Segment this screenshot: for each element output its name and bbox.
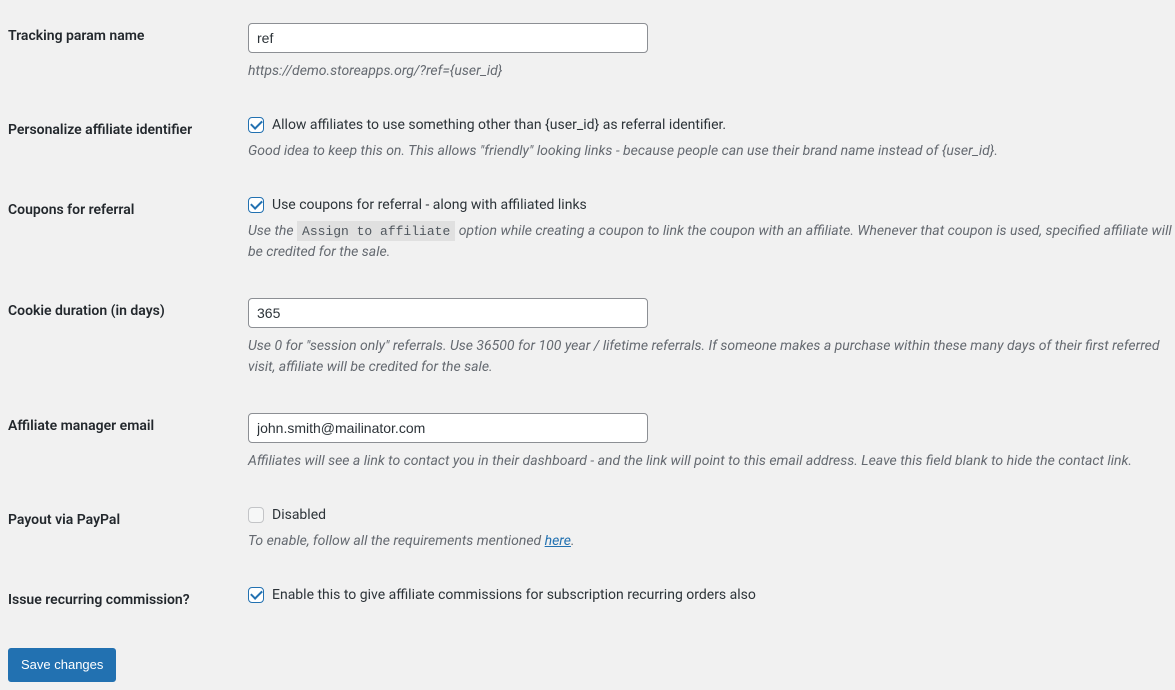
assign-to-affiliate-code: Assign to affiliate xyxy=(297,221,455,241)
personalize-identifier-checkbox[interactable] xyxy=(248,117,264,133)
recurring-commission-label: Issue recurring commission? xyxy=(8,572,248,628)
row-coupons-referral: Coupons for referral Use coupons for ref… xyxy=(8,182,1175,283)
coupons-referral-description: Use the Assign to affiliate option while… xyxy=(248,221,1173,263)
save-changes-button[interactable]: Save changes xyxy=(8,648,116,682)
row-manager-email: Affiliate manager email Affiliates will … xyxy=(8,398,1175,492)
coupons-referral-label: Coupons for referral xyxy=(8,182,248,283)
personalize-identifier-checkbox-label: Allow affiliates to use something other … xyxy=(272,117,726,133)
row-payout-paypal: Payout via PayPal Disabled To enable, fo… xyxy=(8,492,1175,572)
tracking-param-label: Tracking param name xyxy=(8,8,248,102)
recurring-commission-checkbox[interactable] xyxy=(248,587,264,603)
row-recurring-commission: Issue recurring commission? Enable this … xyxy=(8,572,1175,628)
payout-paypal-checkbox xyxy=(248,507,264,523)
tracking-param-description: https://demo.storeapps.org/?ref={user_id… xyxy=(248,61,1173,82)
coupons-referral-checkbox[interactable] xyxy=(248,197,264,213)
payout-paypal-checkbox-label: Disabled xyxy=(272,507,326,523)
settings-form-table: Tracking param name https://demo.storeap… xyxy=(8,8,1175,628)
recurring-commission-checkbox-label: Enable this to give affiliate commission… xyxy=(272,587,756,603)
manager-email-input[interactable] xyxy=(248,413,648,443)
cookie-duration-label: Cookie duration (in days) xyxy=(8,283,248,398)
row-personalize-identifier: Personalize affiliate identifier Allow a… xyxy=(8,102,1175,182)
payout-paypal-label: Payout via PayPal xyxy=(8,492,248,572)
payout-paypal-here-link[interactable]: here xyxy=(545,533,571,549)
coupons-referral-checkbox-label: Use coupons for referral - along with af… xyxy=(272,197,587,213)
cookie-duration-input[interactable] xyxy=(248,298,648,328)
manager-email-description: Affiliates will see a link to contact yo… xyxy=(248,451,1173,472)
tracking-param-input[interactable] xyxy=(248,23,648,53)
row-tracking-param: Tracking param name https://demo.storeap… xyxy=(8,8,1175,102)
personalize-identifier-description: Good idea to keep this on. This allows "… xyxy=(248,141,1173,162)
row-cookie-duration: Cookie duration (in days) Use 0 for "ses… xyxy=(8,283,1175,398)
manager-email-label: Affiliate manager email xyxy=(8,398,248,492)
payout-paypal-description: To enable, follow all the requirements m… xyxy=(248,531,1173,552)
cookie-duration-description: Use 0 for "session only" referrals. Use … xyxy=(248,336,1173,378)
personalize-identifier-label: Personalize affiliate identifier xyxy=(8,102,248,182)
